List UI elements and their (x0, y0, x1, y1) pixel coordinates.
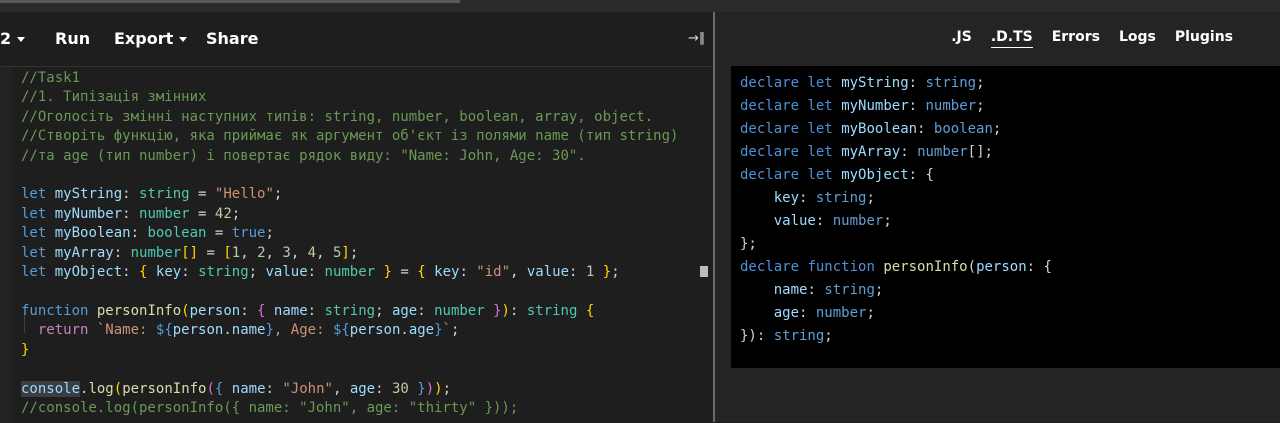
tab-logs[interactable]: Logs (1119, 29, 1156, 48)
share-button[interactable]: Share (206, 29, 258, 48)
code-comment: //та age (тип number) і повертає рядок в… (21, 147, 586, 164)
code-comment: //Оголосіть змінні наступних типів: stri… (21, 108, 654, 125)
editor-toolbar: 2 Run Export Share →∥ (0, 12, 715, 66)
dts-output: declare let myString: string; declare le… (731, 66, 1280, 368)
top-strip-fade (0, 0, 460, 3)
chevron-down-icon (179, 37, 188, 42)
collapse-panel-icon[interactable]: →∥ (688, 31, 705, 46)
code-comment: //1. Типізація змінних (21, 89, 207, 106)
export-label: Export (114, 29, 174, 48)
scrollbar-thumb[interactable] (700, 266, 708, 277)
code-comment: //console.log(personInfo({ name: "John",… (21, 399, 519, 416)
code-comment: //Створіть функцію, яка приймає як аргум… (21, 128, 679, 145)
run-button[interactable]: Run (55, 29, 90, 48)
source-code[interactable]: //Task1 //1. Типізація змінних //Оголосі… (21, 69, 678, 418)
editor-gutter (0, 67, 12, 423)
version-dropdown[interactable]: 2 (0, 29, 26, 48)
code-editor[interactable]: //Task1 //1. Типізація змінних //Оголосі… (0, 66, 712, 423)
tab-dts[interactable]: .D.TS (990, 29, 1033, 48)
tab-errors[interactable]: Errors (1052, 29, 1100, 48)
export-dropdown[interactable]: Export (114, 29, 188, 48)
chevron-down-icon (17, 37, 26, 42)
declaration-code: declare let myString: string; declare le… (740, 75, 1052, 344)
version-label: 2 (0, 29, 12, 48)
code-comment: //Task1 (21, 70, 81, 86)
window-top-strip (0, 0, 1280, 12)
output-tabs: .JS .D.TS Errors Logs Plugins (951, 29, 1233, 48)
tab-plugins[interactable]: Plugins (1175, 29, 1233, 48)
tab-js[interactable]: .JS (951, 29, 972, 48)
